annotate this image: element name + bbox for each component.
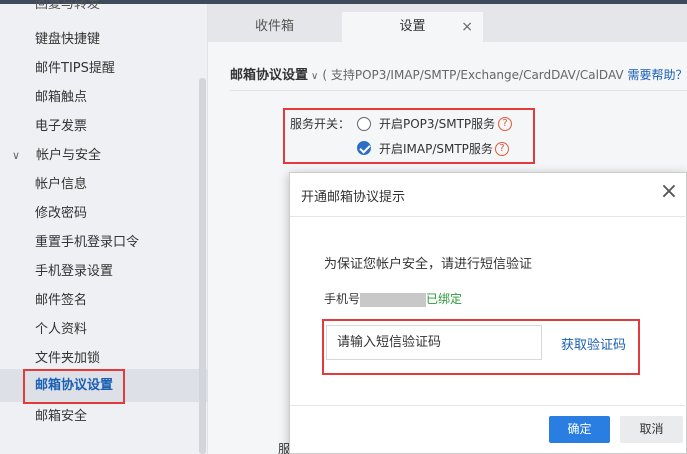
highlight-box-code <box>322 319 640 375</box>
help-link[interactable]: 需要帮助？) <box>627 68 687 82</box>
sidebar-item-touch[interactable]: 邮箱触点 <box>35 87 87 109</box>
sidebar-item-signature[interactable]: 邮件签名 <box>35 290 87 312</box>
sidebar-item-shortcuts[interactable]: 键盘快捷键 <box>35 29 100 51</box>
close-icon[interactable]: × <box>658 181 680 203</box>
sidebar-item-invoice[interactable]: 电子发票 <box>35 116 87 138</box>
sidebar-group-account-security[interactable]: ∨ 帐户与安全 <box>12 145 101 167</box>
highlight-box-sidebar <box>23 369 125 404</box>
dialog-description: 为保证您帐户安全，请进行短信验证 <box>324 257 533 272</box>
phone-row: 手机号 已绑定 <box>324 290 462 307</box>
phone-number-redacted <box>360 292 427 307</box>
section-hint: ( 支持POP3/IMAP/SMTP/Exchange/CardDAV/CalD… <box>322 68 624 82</box>
sidebar-item-phone-login[interactable]: 手机登录设置 <box>35 261 113 283</box>
chevron-down-icon: ∨ <box>12 149 21 162</box>
tab-bar: 收件箱 设置 × <box>208 0 687 46</box>
section-divider <box>230 90 687 91</box>
tab-settings[interactable]: 设置 × <box>342 12 483 46</box>
highlight-box-service <box>283 108 535 164</box>
top-accent-bar <box>0 0 208 4</box>
chevron-down-icon[interactable]: ∨ <box>311 71 318 82</box>
section-title: 邮箱协议设置 <box>230 68 309 83</box>
tab-settings-label: 设置 <box>399 19 426 34</box>
sidebar-item-change-password[interactable]: 修改密码 <box>35 203 87 225</box>
confirm-button[interactable]: 确定 <box>549 416 610 443</box>
sidebar-item-account-info[interactable]: 帐户信息 <box>35 174 87 196</box>
sidebar-group-label: 帐户与安全 <box>36 148 102 163</box>
section-title-row: 邮箱协议设置 ∨ ( 支持POP3/IMAP/SMTP/Exchange/CardD… <box>230 64 687 83</box>
dialog-header: 开通邮箱协议提示 × <box>290 173 687 217</box>
protocol-dialog: 开通邮箱协议提示 × 为保证您帐户安全，请进行短信验证 手机号已绑定 获取验证码… <box>289 172 687 454</box>
sidebar-item-mailbox-security[interactable]: 邮箱安全 <box>35 406 87 428</box>
sidebar-item-folder-lock[interactable]: 文件夹加锁 <box>35 348 100 370</box>
sidebar-item-profile[interactable]: 个人资料 <box>35 319 87 341</box>
sidebar-item-tips[interactable]: 邮件TIPS提醒 <box>35 58 115 80</box>
close-icon[interactable]: × <box>461 12 473 42</box>
sidebar-item-reset-phone-login[interactable]: 重置手机登录口令 <box>35 232 139 254</box>
dialog-title: 开通邮箱协议提示 <box>301 190 406 205</box>
settings-sidebar: 回复与转发 键盘快捷键 邮件TIPS提醒 邮箱触点 电子发票 ∨ 帐户与安全 帐户… <box>0 0 208 454</box>
tab-inbox[interactable]: 收件箱 <box>208 12 341 46</box>
phone-bound-status: 已绑定 <box>426 292 463 306</box>
sidebar-scrollbar[interactable] <box>199 78 206 454</box>
phone-label: 手机号 <box>324 292 361 306</box>
cancel-button[interactable]: 取消 <box>620 416 683 443</box>
sidebar-item-reply-forward[interactable]: 回复与转发 <box>35 0 100 16</box>
